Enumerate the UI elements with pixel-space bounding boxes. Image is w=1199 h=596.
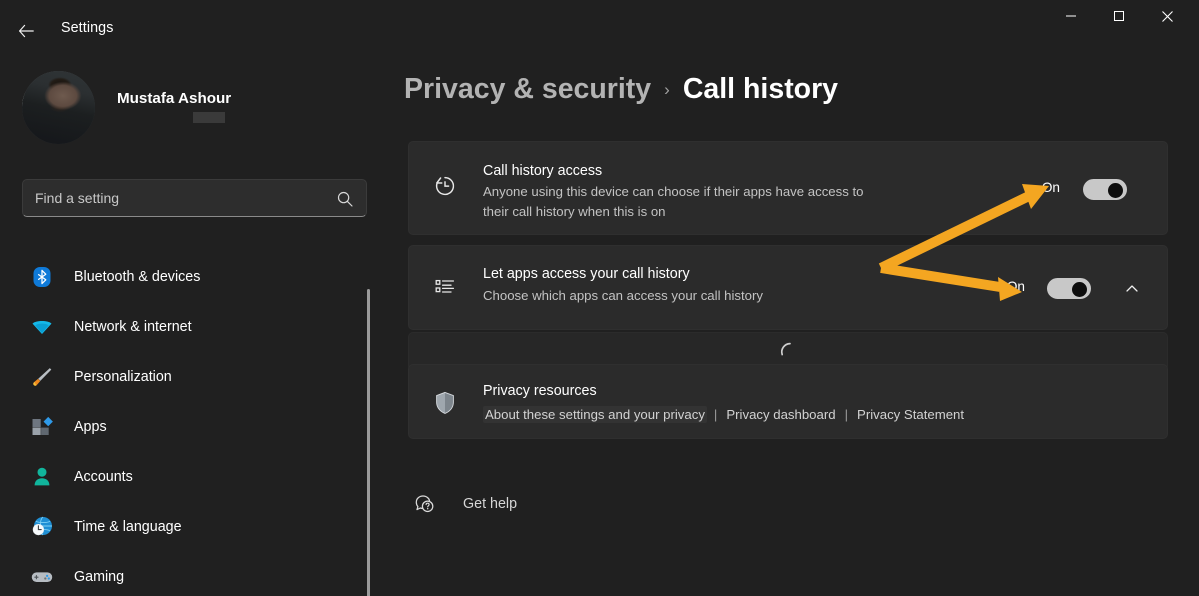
search-icon[interactable] (336, 190, 354, 208)
wifi-icon (31, 316, 53, 338)
card-subtitle-line1: Anyone using this device can choose if t… (483, 182, 863, 202)
sidebar-item-label: Network & internet (74, 319, 192, 335)
clock-globe-icon (31, 516, 53, 538)
card-subtitle: Choose which apps can access your call h… (483, 286, 763, 306)
close-icon (1161, 10, 1174, 23)
apps-icon (31, 416, 53, 438)
main-content: Privacy & security › Call history Call h… (370, 62, 1199, 596)
back-arrow-icon (17, 22, 35, 40)
link-separator: | (845, 407, 848, 422)
sidebar-item-gaming[interactable]: Gaming (14, 552, 364, 596)
loading-spinner-icon (779, 341, 801, 363)
search-input-placeholder: Find a setting (35, 190, 119, 206)
sidebar-item-accounts[interactable]: Accounts (14, 452, 364, 502)
toggle-knob (1072, 282, 1087, 297)
link-privacy-dashboard[interactable]: Privacy dashboard (724, 406, 837, 423)
card-call-history-access[interactable]: Call history access Anyone using this de… (408, 141, 1168, 235)
list-icon (432, 275, 458, 301)
sidebar-item-personalization[interactable]: Personalization (14, 352, 364, 402)
card-privacy-resources: Privacy resources About these settings a… (408, 364, 1168, 439)
card-title: Let apps access your call history (483, 266, 690, 282)
let-apps-access-toggle[interactable] (1047, 278, 1091, 299)
bluetooth-icon (31, 266, 53, 288)
sidebar-item-apps[interactable]: Apps (14, 402, 364, 452)
page-title: Call history (683, 73, 838, 106)
minimize-button[interactable] (1047, 0, 1094, 32)
account-email-redacted (193, 112, 225, 123)
title-bar: Settings (0, 0, 1199, 62)
person-icon (31, 466, 53, 488)
call-history-access-toggle[interactable] (1083, 179, 1127, 200)
sidebar-item-label: Gaming (74, 569, 124, 585)
maximize-button[interactable] (1095, 0, 1142, 32)
sidebar: Mustafa Ashour Find a setting Bluetooth … (0, 62, 370, 596)
sidebar-item-network-internet[interactable]: Network & internet (14, 302, 364, 352)
link-about-these-settings[interactable]: About these settings and your privacy (483, 406, 707, 423)
gamepad-icon (31, 566, 53, 588)
chevron-up-icon (1124, 281, 1140, 297)
sidebar-item-label: Accounts (74, 469, 133, 485)
expand-collapse-button[interactable] (1119, 276, 1145, 302)
search-input[interactable]: Find a setting (22, 179, 367, 217)
breadcrumb-parent-link[interactable]: Privacy & security (404, 73, 651, 106)
sidebar-item-label: Apps (74, 419, 107, 435)
close-button[interactable] (1144, 0, 1191, 32)
sidebar-item-label: Bluetooth & devices (74, 269, 200, 285)
privacy-resource-links: About these settings and your privacy | … (483, 406, 966, 423)
sidebar-nav: Bluetooth & devices Network & internet P… (0, 252, 370, 596)
back-button[interactable] (9, 15, 43, 47)
card-let-apps-access-call-history[interactable]: Let apps access your call history Choose… (408, 245, 1168, 330)
toggle-knob (1108, 183, 1123, 198)
maximize-icon (1113, 10, 1125, 22)
chevron-right-icon: › (664, 80, 670, 100)
shield-icon (432, 390, 458, 416)
account-name: Mustafa Ashour (117, 90, 231, 107)
get-help-label: Get help (463, 496, 517, 512)
toggle-state-label: On (1007, 279, 1025, 294)
get-help-link[interactable]: Get help (408, 487, 517, 521)
link-privacy-statement[interactable]: Privacy Statement (855, 406, 966, 423)
app-title: Settings (61, 20, 113, 36)
card-title: Call history access (483, 163, 602, 179)
account-block[interactable]: Mustafa Ashour (22, 71, 352, 151)
avatar (22, 71, 95, 144)
minimize-icon (1065, 10, 1077, 22)
sidebar-item-label: Personalization (74, 369, 172, 385)
sidebar-item-label: Time & language (74, 519, 182, 535)
help-bubble-icon (413, 493, 435, 515)
sidebar-item-time-language[interactable]: Time & language (14, 502, 364, 552)
paintbrush-icon (31, 366, 53, 388)
breadcrumb: Privacy & security › Call history (404, 73, 838, 106)
toggle-state-label: On (1042, 180, 1060, 195)
history-clock-icon (432, 173, 458, 199)
card-subtitle-line2: their call history when this is on (483, 202, 666, 222)
link-separator: | (714, 407, 717, 422)
sidebar-item-bluetooth-devices[interactable]: Bluetooth & devices (14, 252, 364, 302)
card-title: Privacy resources (483, 383, 597, 399)
